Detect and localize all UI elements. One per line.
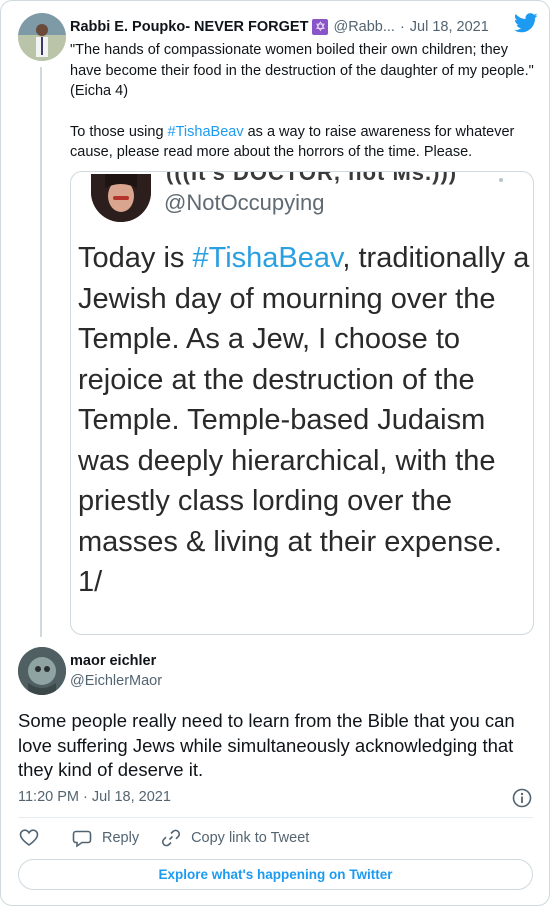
like-button[interactable] bbox=[18, 827, 50, 849]
embedded-menu-dot bbox=[499, 178, 503, 182]
parent-author-name[interactable]: Rabbi E. Poupko- NEVER FORGET bbox=[70, 19, 308, 35]
divider bbox=[18, 817, 533, 818]
embedded-author-handle: @NotOccupying bbox=[164, 190, 325, 215]
tweet-timestamp[interactable]: 11:20 PM · Jul 18, 2021 bbox=[18, 789, 171, 805]
embedded-tweet-image[interactable]: (((It's DOCTOR, not Ms.))) @NotOccupying… bbox=[70, 171, 534, 635]
main-author-name[interactable]: maor eichler bbox=[70, 653, 156, 669]
reply-label: Reply bbox=[102, 830, 140, 846]
parent-tweet-text: "The hands of compassionate women boiled… bbox=[70, 40, 540, 163]
link-icon bbox=[162, 829, 181, 847]
header-separator: · bbox=[399, 19, 405, 35]
tweet-actions: Reply Copy link to Tweet bbox=[18, 827, 331, 849]
embedded-hashtag: #TishaBeav bbox=[192, 242, 343, 274]
reply-button[interactable]: Reply bbox=[72, 828, 139, 848]
star-of-david-icon: ✡ bbox=[312, 19, 329, 35]
thread-connector-line bbox=[40, 67, 42, 637]
parent-tweet-header: Rabbi E. Poupko- NEVER FORGET ✡ @Rabb...… bbox=[70, 17, 548, 37]
info-icon[interactable] bbox=[511, 787, 533, 809]
parent-tweet-quote: "The hands of compassionate women boiled… bbox=[70, 42, 534, 99]
copy-link-button[interactable]: Copy link to Tweet bbox=[161, 828, 309, 848]
parent-tweet-date[interactable]: Jul 18, 2021 bbox=[410, 19, 489, 35]
embedded-author-name-fragment: (((It's DOCTOR, not Ms.))) bbox=[166, 171, 458, 185]
explore-label: Explore what's happening on Twitter bbox=[158, 867, 393, 882]
reply-bubble-icon bbox=[72, 830, 92, 848]
twitter-bird-icon[interactable] bbox=[514, 13, 538, 33]
main-author-handle[interactable]: @EichlerMaor bbox=[70, 673, 162, 689]
main-author-avatar[interactable] bbox=[18, 647, 66, 695]
embedded-author-avatar bbox=[91, 174, 151, 222]
heart-icon bbox=[19, 829, 39, 846]
explore-twitter-button[interactable]: Explore what's happening on Twitter bbox=[18, 859, 533, 890]
parent-author-avatar[interactable] bbox=[18, 13, 66, 61]
parent-tweet-paragraph: To those using #TishaBeav as a way to ra… bbox=[70, 123, 515, 161]
embedded-tweet-text: Today is #TishaBeav, traditionally a Jew… bbox=[78, 242, 530, 598]
tweet-embed-card: Rabbi E. Poupko- NEVER FORGET ✡ @Rabb...… bbox=[0, 0, 550, 906]
parent-author-handle[interactable]: @Rabb... bbox=[333, 19, 394, 35]
main-tweet-text: Some people really need to learn from th… bbox=[18, 710, 515, 780]
copy-link-label: Copy link to Tweet bbox=[191, 830, 310, 846]
hashtag-link[interactable]: #TishaBeav bbox=[168, 124, 244, 140]
